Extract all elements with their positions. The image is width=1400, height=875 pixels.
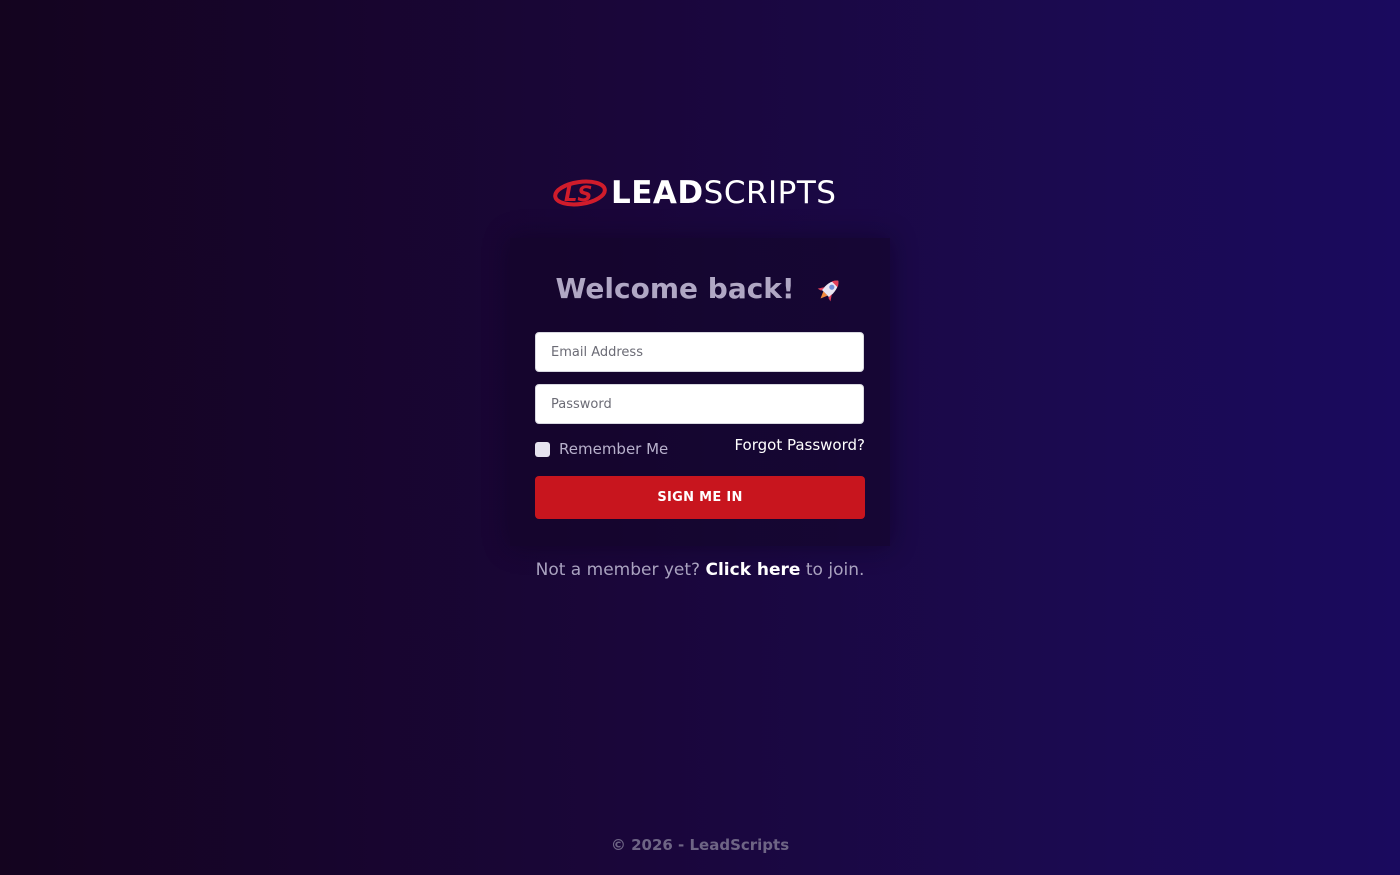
forgot-password-link[interactable]: Forgot Password?: [734, 436, 865, 454]
login-card: Welcome back! Remember Me Forgot Passwor…: [510, 238, 890, 546]
brand-wordmark-bold: LEAD: [611, 174, 704, 211]
sign-in-button[interactable]: SIGN ME IN: [535, 476, 865, 519]
signup-prefix: Not a member yet?: [535, 560, 701, 580]
brand-logo: LS LEADSCRIPTS: [553, 175, 853, 211]
brand-wordmark: LEADSCRIPTS: [611, 174, 837, 211]
remember-me-label[interactable]: Remember Me: [559, 440, 668, 458]
signup-suffix: to join.: [805, 560, 865, 580]
footer-copyright: © 2026 - LeadScripts: [610, 836, 790, 854]
svg-text:LS: LS: [564, 182, 593, 206]
signup-link[interactable]: Click here: [705, 560, 800, 580]
email-input[interactable]: [535, 332, 864, 372]
ls-logo-mark-icon: LS: [553, 179, 607, 207]
signup-prompt: Not a member yet? Click here to join.: [0, 560, 1400, 580]
rocket-icon: [818, 280, 839, 302]
login-title: Welcome back!: [510, 272, 890, 305]
login-title-text: Welcome back!: [555, 272, 795, 305]
remember-me[interactable]: Remember Me: [535, 438, 668, 460]
remember-me-checkbox[interactable]: [535, 441, 550, 457]
password-input[interactable]: [535, 384, 864, 424]
brand-wordmark-light: SCRIPTS: [703, 174, 837, 211]
